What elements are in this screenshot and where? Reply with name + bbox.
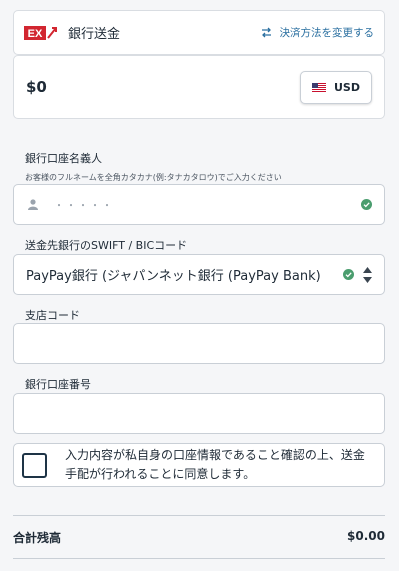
account-number-label: 銀行口座番号 xyxy=(25,378,91,391)
account-name-label: 銀行口座名義人 xyxy=(25,152,102,165)
swap-arrows-icon xyxy=(261,27,271,38)
branch-code-label: 支店コード xyxy=(25,309,80,322)
consent-row[interactable]: 入力内容が私自身の口座情報であること確認の上、送金手配が行われることに同意します… xyxy=(13,443,385,487)
consent-checkbox[interactable] xyxy=(22,452,47,478)
divider xyxy=(13,558,385,559)
amount-panel: $0 USD xyxy=(13,55,385,119)
total-balance-value: $0.00 xyxy=(347,529,385,543)
page-title: 銀行送金 xyxy=(68,27,121,42)
currency-code: USD xyxy=(334,80,360,94)
branch-code-input[interactable] xyxy=(13,323,385,364)
select-arrows-icon xyxy=(363,266,372,283)
us-flag-icon xyxy=(312,82,326,92)
account-name-value: ・・・・・ xyxy=(54,201,114,212)
payment-method-header: EX 銀行送金 決済方法を変更する xyxy=(13,10,385,55)
account-number-input[interactable] xyxy=(13,393,385,434)
logo-text: EX xyxy=(28,28,43,40)
change-payment-method-label: 決済方法を変更する xyxy=(279,27,375,39)
valid-check-icon xyxy=(343,269,354,280)
ex-logo: EX xyxy=(24,25,58,41)
total-balance-label: 合計残高 xyxy=(13,531,62,545)
divider xyxy=(13,515,385,516)
change-payment-method-link[interactable]: 決済方法を変更する xyxy=(261,25,375,40)
account-name-hint: お客様のフルネームを全角カタカナ(例:タナカタロウ)でご入力ください xyxy=(25,173,282,182)
ex-logo-icon: EX xyxy=(24,25,57,40)
swift-label: 送金先銀行のSWIFT / BICコード xyxy=(25,239,188,252)
amount-value[interactable]: $0 xyxy=(26,78,47,96)
currency-selector[interactable]: USD xyxy=(300,70,372,104)
person-icon xyxy=(28,199,38,210)
valid-check-icon xyxy=(361,199,372,210)
consent-text: 入力内容が私自身の口座情報であること確認の上、送金手配が行われることに同意します… xyxy=(65,448,365,481)
swift-select[interactable]: PayPay銀行 (ジャパンネット銀行 (PayPay Bank) xyxy=(13,254,385,295)
account-name-input[interactable]: ・・・・・ xyxy=(13,184,385,225)
swift-selected-value: PayPay銀行 (ジャパンネット銀行 (PayPay Bank) xyxy=(26,269,321,284)
